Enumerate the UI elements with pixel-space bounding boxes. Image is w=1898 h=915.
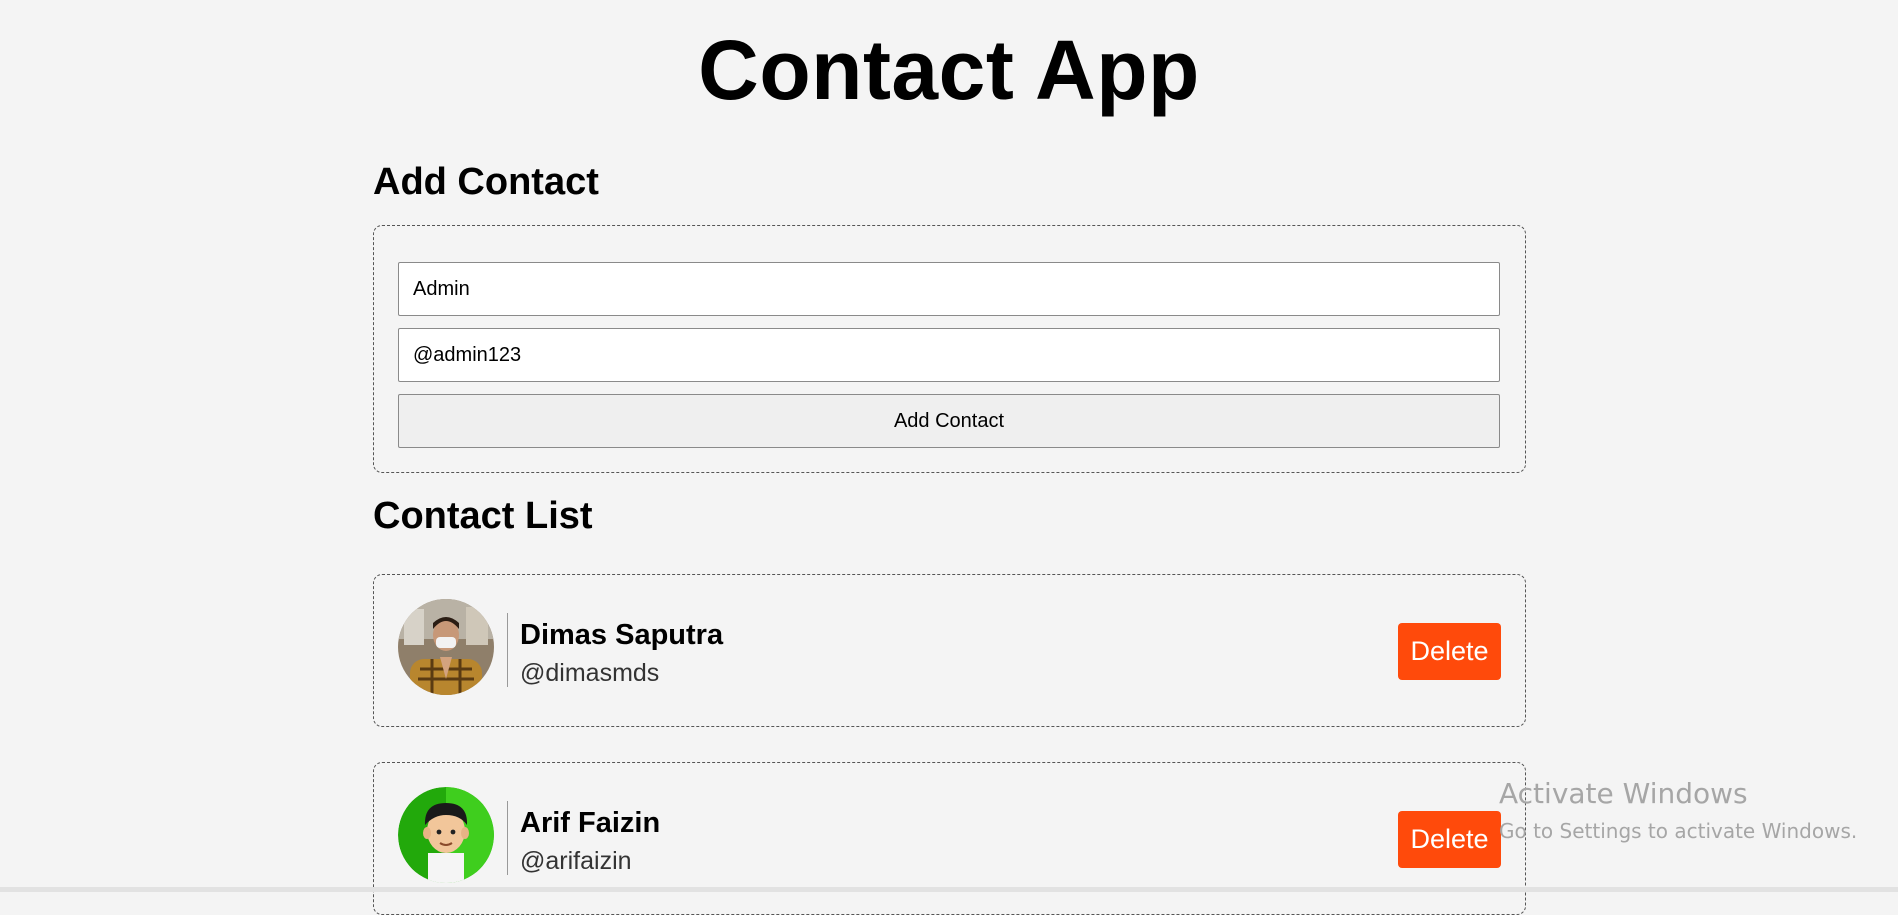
divider (507, 801, 508, 875)
delete-button[interactable]: Delete (1398, 623, 1501, 680)
avatar (398, 599, 494, 695)
contact-card: Arif Faizin @arifaizin Delete (373, 762, 1526, 915)
name-input[interactable] (398, 262, 1500, 316)
activate-windows-watermark: Activate Windows Go to Settings to activ… (1499, 777, 1857, 845)
delete-button[interactable]: Delete (1398, 811, 1501, 868)
page-title: Contact App (698, 23, 1200, 117)
contact-name: Dimas Saputra (520, 619, 724, 651)
contact-username: @arifaizin (520, 847, 632, 875)
username-input[interactable] (398, 328, 1500, 382)
bottom-edge (0, 887, 1898, 892)
contact-username: @dimasmds (520, 659, 660, 687)
contact-list-heading: Contact List (373, 495, 593, 537)
add-contact-button[interactable]: Add Contact (398, 394, 1500, 448)
add-contact-form: Add Contact (373, 225, 1526, 473)
watermark-title: Activate Windows (1499, 777, 1748, 810)
avatar (398, 787, 494, 883)
cartoon-avatar-icon (398, 787, 494, 883)
contact-card: Dimas Saputra @dimasmds Delete (373, 574, 1526, 727)
add-contact-heading: Add Contact (373, 161, 599, 203)
divider (507, 613, 508, 687)
person-photo-icon (398, 599, 494, 695)
watermark-subtitle: Go to Settings to activate Windows. (1499, 819, 1858, 843)
contact-name: Arif Faizin (520, 807, 661, 839)
